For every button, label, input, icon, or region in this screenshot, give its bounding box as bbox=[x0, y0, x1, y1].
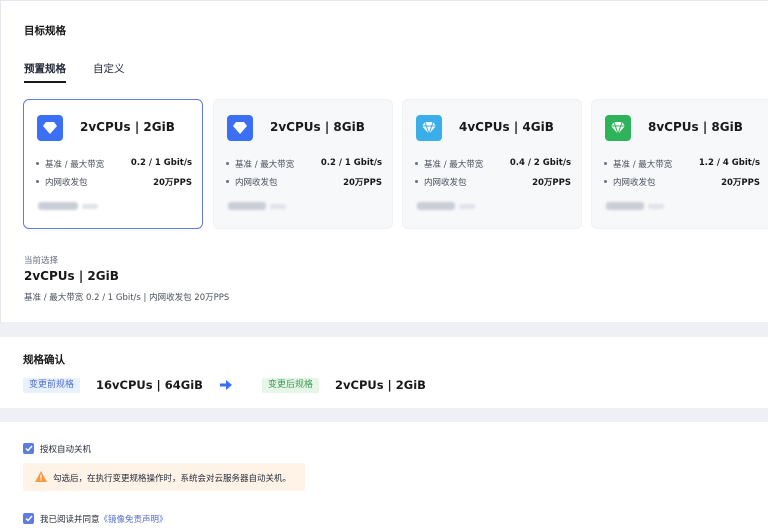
card-pps-row: 内网收发包 20万PPS bbox=[36, 176, 204, 188]
current-selection-value: 2vCPUs | 2GiB bbox=[24, 269, 119, 283]
card-row-label: 内网收发包 bbox=[424, 178, 467, 188]
current-selection-desc: 基准 / 最大带宽 0.2 / 1 Gbit/s | 内网收发包 20万PPS bbox=[24, 293, 230, 303]
before-spec-tag: 变更前规格 bbox=[23, 378, 81, 393]
spec-card-1[interactable]: 2vCPUs | 2GiB 基准 / 最大带宽 0.2 / 1 Gbit/s 内… bbox=[23, 99, 203, 229]
warning-icon bbox=[35, 471, 47, 482]
tab-active-indicator bbox=[24, 81, 66, 83]
image-disclaimer-link[interactable]: 《镜像免责声明》 bbox=[100, 515, 168, 525]
current-selection-label: 当前选择 bbox=[24, 256, 59, 266]
card-row-label: 基准 / 最大带宽 bbox=[613, 160, 673, 170]
card-row-value: 20万PPS bbox=[343, 178, 382, 188]
card-row-label: 内网收发包 bbox=[45, 178, 88, 188]
warning-alert: 勾选后，在执行变更规格操作时，系统会对云服务器自动关机。 bbox=[23, 463, 305, 491]
card-row-label: 基准 / 最大带宽 bbox=[45, 160, 105, 170]
arrow-right-icon bbox=[220, 380, 232, 390]
card-title: 4vCPUs | 4GiB bbox=[459, 120, 554, 134]
card-row-value: 20万PPS bbox=[153, 178, 192, 188]
spec-card-3[interactable]: 4vCPUs | 4GiB 基准 / 最大带宽 0.4 / 2 Gbit/s 内… bbox=[402, 99, 582, 229]
after-spec-value: 2vCPUs | 2GiB bbox=[335, 378, 426, 392]
card-price-blurred bbox=[417, 201, 475, 211]
card-pps-row: 内网收发包 20万PPS bbox=[604, 176, 768, 188]
card-pps-row: 内网收发包 20万PPS bbox=[226, 176, 394, 188]
gem-icon bbox=[416, 115, 442, 141]
card-title: 2vCPUs | 8GiB bbox=[270, 120, 365, 134]
card-title: 8vCPUs | 8GiB bbox=[648, 120, 743, 134]
card-bandwidth-row: 基准 / 最大带宽 0.2 / 1 Gbit/s bbox=[226, 158, 394, 170]
section-divider bbox=[0, 408, 768, 422]
target-spec-section: 目标规格 预置规格 自定义 2vCPUs | 2GiB 基准 / 最大带宽 0.… bbox=[0, 0, 768, 322]
card-price-blurred bbox=[38, 201, 98, 211]
card-row-value: 0.2 / 1 Gbit/s bbox=[130, 158, 192, 168]
card-row-label: 内网收发包 bbox=[235, 178, 278, 188]
card-row-label: 基准 / 最大带宽 bbox=[424, 160, 484, 170]
card-pps-row: 内网收发包 20万PPS bbox=[415, 176, 583, 188]
tab-preset[interactable]: 预置规格 bbox=[24, 61, 66, 76]
card-row-value: 1.2 / 4 Gbit/s bbox=[698, 158, 760, 168]
agree-disclaimer-checkbox[interactable] bbox=[23, 513, 34, 524]
checkmark-icon bbox=[25, 515, 33, 522]
section-divider bbox=[0, 322, 768, 337]
card-bandwidth-row: 基准 / 最大带宽 0.2 / 1 Gbit/s bbox=[36, 158, 204, 170]
card-bandwidth-row: 基准 / 最大带宽 1.2 / 4 Gbit/s bbox=[604, 158, 768, 170]
diamond-icon bbox=[37, 115, 63, 141]
agree-prefix: 我已阅读并同意 bbox=[40, 515, 100, 525]
after-spec-tag: 变更后规格 bbox=[262, 378, 320, 393]
card-title: 2vCPUs | 2GiB bbox=[80, 120, 175, 134]
card-price-blurred bbox=[228, 201, 286, 211]
card-row-value: 0.4 / 2 Gbit/s bbox=[509, 158, 571, 168]
spec-confirm-title: 规格确认 bbox=[23, 354, 65, 366]
card-row-label: 基准 / 最大带宽 bbox=[235, 160, 295, 170]
warning-text: 勾选后，在执行变更规格操作时，系统会对云服务器自动关机。 bbox=[53, 474, 292, 484]
checkmark-icon bbox=[25, 445, 33, 452]
gem-icon bbox=[605, 115, 631, 141]
auto-shutdown-label: 授权自动关机 bbox=[40, 445, 92, 455]
card-row-value: 20万PPS bbox=[721, 178, 760, 188]
auto-shutdown-checkbox[interactable] bbox=[23, 443, 34, 454]
diamond-icon bbox=[227, 115, 253, 141]
spec-card-2[interactable]: 2vCPUs | 8GiB 基准 / 最大带宽 0.2 / 1 Gbit/s 内… bbox=[213, 99, 393, 229]
agree-disclaimer-label: 我已阅读并同意《镜像免责声明》 bbox=[40, 513, 168, 525]
card-row-label: 内网收发包 bbox=[613, 178, 656, 188]
card-price-blurred bbox=[606, 201, 664, 211]
spec-card-4[interactable]: 8vCPUs | 8GiB 基准 / 最大带宽 1.2 / 4 Gbit/s 内… bbox=[591, 99, 768, 229]
before-spec-value: 16vCPUs | 64GiB bbox=[96, 378, 203, 392]
tab-custom[interactable]: 自定义 bbox=[93, 61, 125, 76]
target-spec-title: 目标规格 bbox=[24, 25, 66, 37]
card-bandwidth-row: 基准 / 最大带宽 0.4 / 2 Gbit/s bbox=[415, 158, 583, 170]
card-row-value: 0.2 / 1 Gbit/s bbox=[320, 158, 382, 168]
card-row-value: 20万PPS bbox=[532, 178, 571, 188]
